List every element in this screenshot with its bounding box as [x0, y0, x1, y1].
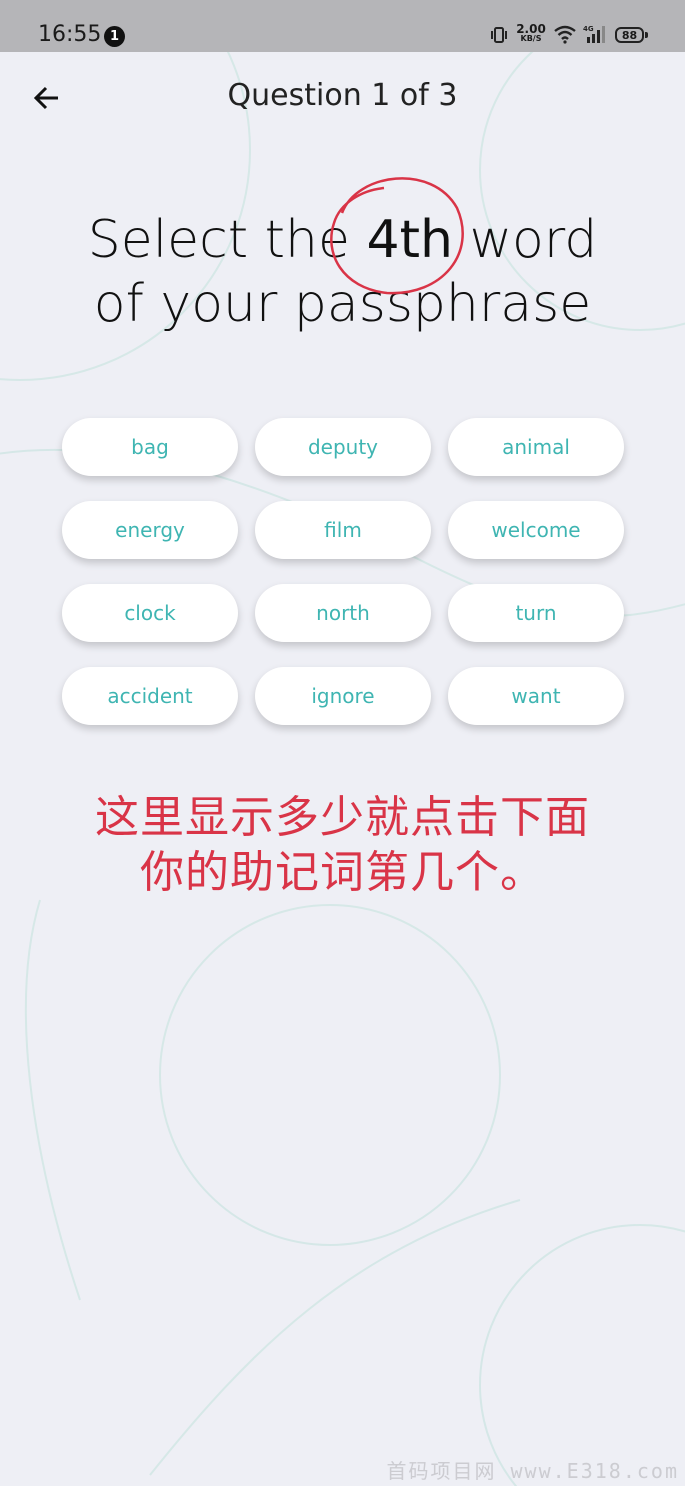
word-option-film[interactable]: film: [255, 501, 431, 559]
vibrate-icon: [491, 27, 507, 43]
notification-badge: 1: [104, 26, 125, 47]
battery-icon: 88: [615, 27, 644, 43]
word-option-turn[interactable]: turn: [448, 584, 624, 642]
svg-text:4G: 4G: [583, 25, 594, 33]
red-circle-annotation: [330, 177, 464, 295]
status-time: 16:55: [38, 22, 102, 47]
status-bar: 16:55 1 2.00 KB/S 4G 88: [0, 0, 685, 52]
page-title: Question 1 of 3: [227, 78, 458, 113]
network-speed: 2.00 KB/S: [515, 23, 547, 43]
instruction-prefix: Select the: [87, 210, 350, 270]
hint-line-1: 这里显示多少就点击下面: [95, 792, 590, 843]
instruction-suffix: word: [469, 210, 598, 270]
word-option-welcome[interactable]: welcome: [448, 501, 624, 559]
word-option-want[interactable]: want: [448, 667, 624, 725]
wifi-icon: [554, 25, 576, 44]
hint-annotation: 这里显示多少就点击下面 你的助记词第几个。: [0, 790, 685, 900]
word-option-bag[interactable]: bag: [62, 418, 238, 476]
word-option-clock[interactable]: clock: [62, 584, 238, 642]
watermark: 首码项目网 www.E318.com: [386, 1459, 679, 1483]
word-option-animal[interactable]: animal: [448, 418, 624, 476]
word-option-north[interactable]: north: [255, 584, 431, 642]
word-option-accident[interactable]: accident: [62, 667, 238, 725]
word-option-energy[interactable]: energy: [62, 501, 238, 559]
network-speed-unit: KB/S: [520, 34, 542, 43]
word-option-ignore[interactable]: ignore: [255, 667, 431, 725]
hint-line-2: 你的助记词第几个。: [140, 847, 545, 898]
battery-tip: [645, 32, 648, 38]
word-option-deputy[interactable]: deputy: [255, 418, 431, 476]
cellular-signal-icon: 4G: [583, 25, 605, 43]
